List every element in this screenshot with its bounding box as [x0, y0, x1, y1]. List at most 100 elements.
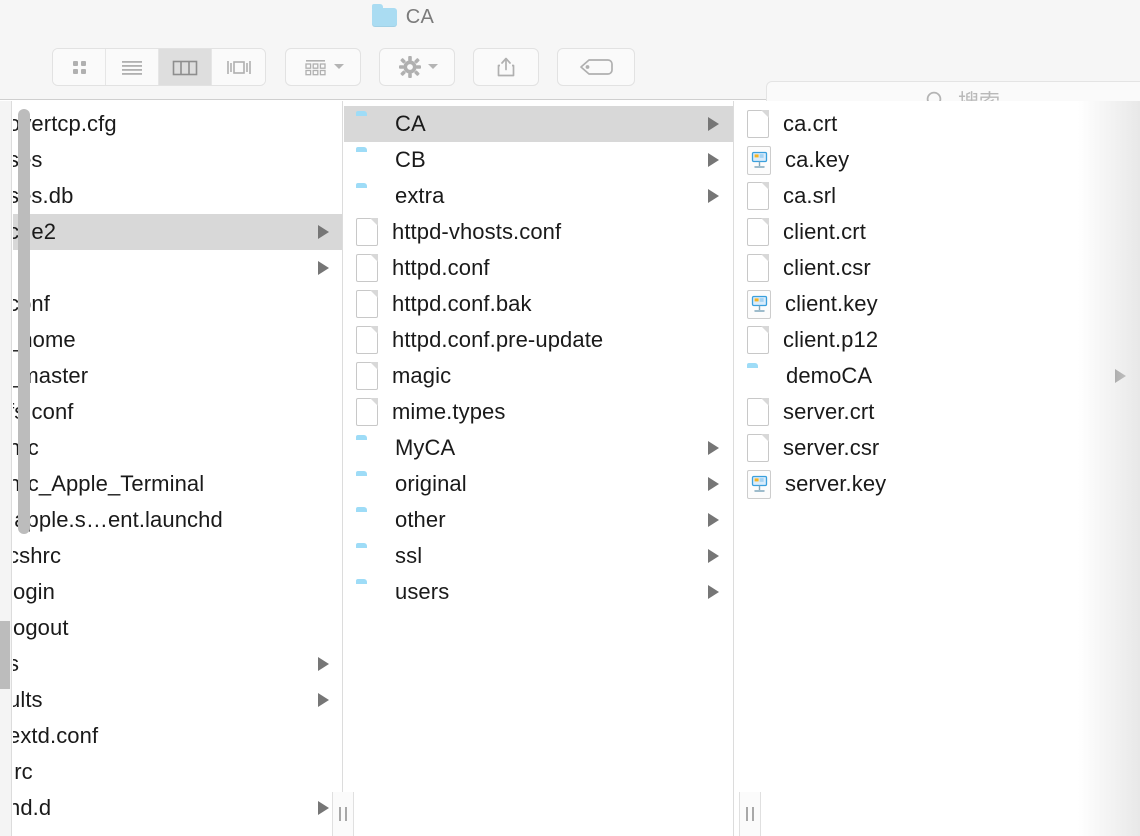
view-mode-segmented-control[interactable]	[52, 47, 266, 86]
file-row[interactable]: ults	[13, 682, 342, 718]
arrange-icon	[304, 59, 326, 75]
file-row[interactable]: httpd.conf.bak	[344, 286, 733, 322]
file-row[interactable]: ses	[13, 142, 342, 178]
disclosure-arrow-icon[interactable]	[708, 117, 719, 131]
file-row[interactable]: extra	[344, 178, 733, 214]
chevron-down-icon	[427, 64, 438, 69]
file-row[interactable]: conf	[13, 286, 342, 322]
icon-view-button[interactable]	[53, 48, 106, 85]
document-icon	[356, 398, 378, 426]
file-name: nd.d	[13, 795, 52, 820]
file-name: server.csr	[783, 435, 880, 460]
share-button[interactable]	[473, 47, 539, 86]
file-row[interactable]: hrc_Apple_Terminal	[13, 466, 342, 502]
file-row-selected[interactable]: CA	[344, 106, 733, 142]
disclosure-arrow-icon[interactable]	[318, 261, 329, 275]
folder-icon	[356, 583, 381, 602]
file-name: client.crt	[783, 219, 866, 244]
file-row[interactable]: extd.conf	[13, 718, 342, 754]
file-row[interactable]: ca.key	[735, 142, 1140, 178]
file-row[interactable]: other	[344, 502, 733, 538]
column-browser: overtcp.cfgsesses.dbche2 conf_home_master…	[0, 101, 1140, 836]
file-row[interactable]: MyCA	[344, 430, 733, 466]
document-icon	[747, 326, 769, 354]
file-row[interactable]: overtcp.cfg	[13, 106, 342, 142]
column-resize-grip-two[interactable]	[739, 792, 761, 836]
file-row[interactable]: cshrc	[13, 538, 342, 574]
column-resize-grip-one[interactable]	[332, 792, 354, 836]
file-row[interactable]: client.csr	[735, 250, 1140, 286]
disclosure-arrow-icon[interactable]	[708, 513, 719, 527]
file-row[interactable]: s	[13, 646, 342, 682]
folder-icon	[356, 115, 381, 134]
document-icon	[747, 254, 769, 282]
file-row[interactable]: ses.db	[13, 178, 342, 214]
file-row[interactable]: logout	[13, 610, 342, 646]
file-name: demoCA	[786, 363, 873, 388]
file-row[interactable]: mime.types	[344, 394, 733, 430]
file-row[interactable]: httpd.conf	[344, 250, 733, 286]
disclosure-arrow-icon[interactable]	[318, 693, 329, 707]
column-three: ca.crt ca.key ca.srl client.crt client.csr cl…	[735, 101, 1140, 836]
column-two: CA CB extra httpd-vhosts.conf httpd.conf http…	[344, 101, 734, 836]
disclosure-arrow-icon[interactable]	[318, 801, 329, 815]
scrollbar-thumb-previous[interactable]	[0, 621, 10, 689]
file-row[interactable]: CB	[344, 142, 733, 178]
file-row[interactable]: ca.srl	[735, 178, 1140, 214]
disclosure-arrow-icon[interactable]	[708, 585, 719, 599]
arrange-button[interactable]	[285, 47, 361, 86]
file-row[interactable]: .apple.s…ent.launchd	[13, 502, 342, 538]
file-row[interactable]: login	[13, 574, 342, 610]
folder-icon	[747, 367, 772, 386]
file-name: client.key	[785, 291, 878, 316]
file-row[interactable]: nd.d	[13, 790, 342, 826]
file-row[interactable]: magic	[344, 358, 733, 394]
file-row[interactable]: client.crt	[735, 214, 1140, 250]
file-name: ca.srl	[783, 183, 837, 208]
disclosure-arrow-icon[interactable]	[708, 441, 719, 455]
file-row[interactable]: client.key	[735, 286, 1140, 322]
file-row[interactable]: ca.crt	[735, 106, 1140, 142]
file-row[interactable]: server.crt	[735, 394, 1140, 430]
column-one: overtcp.cfgsesses.dbche2 conf_home_master…	[13, 101, 343, 836]
file-row[interactable]: .rc	[13, 754, 342, 790]
scrollbar-thumb-column-one[interactable]	[18, 109, 30, 534]
keynote-file-icon	[747, 469, 771, 499]
file-row[interactable]: server.key	[735, 466, 1140, 502]
disclosure-arrow-icon[interactable]	[708, 477, 719, 491]
file-name: login	[13, 579, 55, 604]
file-row[interactable]: httpd-vhosts.conf	[344, 214, 733, 250]
file-row[interactable]: hrc	[13, 430, 342, 466]
folder-icon	[356, 439, 381, 458]
file-row[interactable]: server.csr	[735, 430, 1140, 466]
disclosure-arrow-icon[interactable]	[1115, 369, 1126, 383]
folder-icon	[356, 547, 381, 566]
disclosure-arrow-icon[interactable]	[708, 153, 719, 167]
file-row[interactable]: ssl	[344, 538, 733, 574]
file-row[interactable]: original	[344, 466, 733, 502]
tags-button[interactable]	[557, 47, 635, 86]
file-row[interactable]: _master	[13, 358, 342, 394]
file-row[interactable]: httpd.conf.pre-update	[344, 322, 733, 358]
disclosure-arrow-icon[interactable]	[318, 225, 329, 239]
list-view-button[interactable]	[106, 48, 159, 85]
file-name: ca.crt	[783, 111, 838, 136]
disclosure-arrow-icon[interactable]	[708, 189, 719, 203]
file-row[interactable]: users	[344, 574, 733, 610]
column-two-rows: CA CB extra httpd-vhosts.conf httpd.conf http…	[344, 106, 733, 610]
file-row[interactable]	[13, 250, 342, 286]
column-view-button[interactable]	[159, 48, 212, 85]
action-menu-button[interactable]	[379, 47, 455, 86]
file-name: magic	[392, 363, 452, 388]
disclosure-arrow-icon[interactable]	[708, 549, 719, 563]
file-row[interactable]: _home	[13, 322, 342, 358]
disclosure-arrow-icon[interactable]	[318, 657, 329, 671]
file-name: ults	[13, 687, 43, 712]
gallery-view-button[interactable]	[212, 48, 265, 85]
file-row[interactable]: fs.conf	[13, 394, 342, 430]
document-icon	[747, 110, 769, 138]
file-row[interactable]: client.p12	[735, 322, 1140, 358]
file-row-selected[interactable]: che2	[13, 214, 342, 250]
file-name: .apple.s…ent.launchd	[13, 507, 223, 532]
file-row[interactable]: demoCA	[735, 358, 1140, 394]
